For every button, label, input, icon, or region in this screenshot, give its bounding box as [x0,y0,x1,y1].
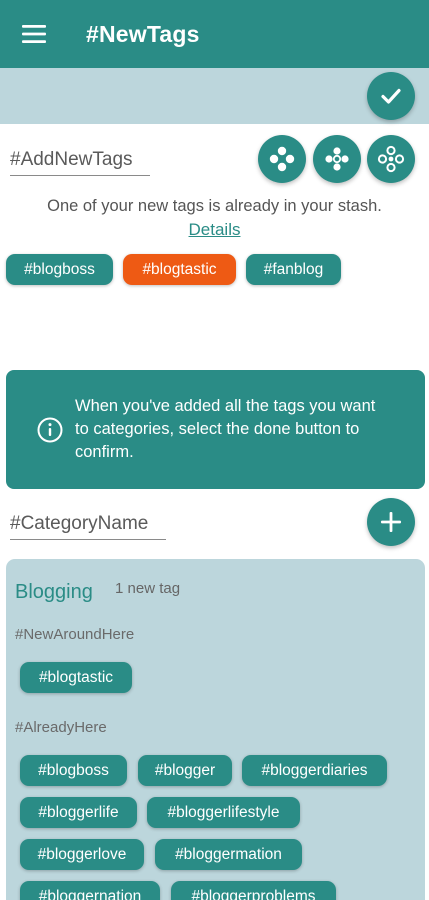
plus-icon [381,512,401,532]
add-category-button[interactable] [367,498,415,546]
tag-tool-button-1[interactable] [258,135,306,183]
tag-tool-button-3[interactable] [367,135,415,183]
confirm-strip [0,68,429,124]
info-text: When you've added all the tags you want … [75,397,376,461]
category-tag-chip[interactable]: #bloggermation [155,839,302,870]
app-bar: #NewTags [0,0,429,68]
category-new-count: 1 new tag [115,580,181,597]
confirm-button[interactable] [367,72,415,120]
tag-tool-button-2[interactable] [313,135,361,183]
four-dots-cluster-icon [269,146,295,172]
category-tag-chip[interactable]: #blogboss [20,755,127,786]
new-tag-chip[interactable]: #blogboss [6,254,113,285]
category-card: Blogging 1 new tag #NewAroundHere #blogt… [6,559,425,900]
five-dots-cluster-icon [325,147,349,171]
new-tag-chip-duplicate[interactable]: #blogtastic [123,254,236,285]
details-link[interactable]: Details [189,220,241,239]
details-link-row: Details [0,220,429,240]
checkmark-icon [381,88,401,104]
new-around-here-label: #NewAroundHere [15,626,135,643]
new-tag-chip[interactable]: #fanblog [246,254,341,285]
hamburger-menu-icon[interactable] [0,0,68,68]
category-title[interactable]: Blogging [15,581,93,604]
category-tag-chip[interactable]: #bloggerlifestyle [147,797,300,828]
category-tag-chip[interactable]: #bloggernation [20,881,160,900]
category-tag-chip[interactable]: #bloggerproblems [171,881,336,900]
category-tag-chip[interactable]: #blogger [138,755,232,786]
category-tag-chip[interactable]: #bloggerlove [20,839,144,870]
add-tags-input[interactable] [10,144,150,176]
info-icon [37,417,63,442]
duplicate-tag-notice: One of your new tags is already in your … [47,197,382,215]
category-name-input[interactable] [10,508,166,540]
category-tag-chip[interactable]: #bloggerdiaries [242,755,387,786]
info-banner: When you've added all the tags you want … [6,370,425,489]
already-here-label: #AlreadyHere [15,719,107,736]
six-dots-cluster-icon [377,145,405,173]
page-title: #NewTags [86,20,200,47]
category-tag-chip[interactable]: #bloggerlife [20,797,137,828]
category-tag-chip[interactable]: #blogtastic [20,662,132,693]
